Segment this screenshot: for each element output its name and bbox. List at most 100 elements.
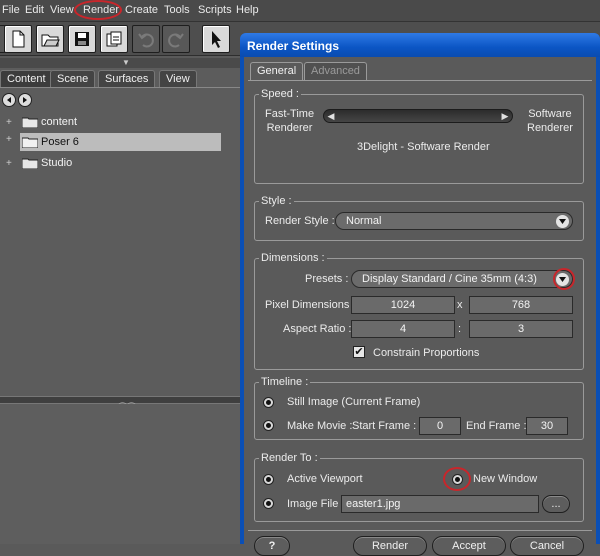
back-button[interactable] [2, 93, 16, 107]
annotation-circle-render-menu [74, 0, 122, 20]
image-file-field[interactable]: easter1.jpg [341, 495, 539, 513]
start-frame-field[interactable]: 0 [419, 417, 461, 435]
slider-left-arrow-icon[interactable]: ◀ [326, 111, 336, 121]
tree-item-poser-6[interactable]: Poser 6 [20, 133, 221, 151]
aspect-ratio-label: Aspect Ratio : [283, 323, 352, 335]
undo-button[interactable] [132, 25, 160, 53]
style-group-title: Style : [259, 195, 294, 207]
end-frame-field[interactable]: 30 [526, 417, 568, 435]
presets-select[interactable]: Display Standard / Cine 35mm (4:3) [351, 270, 573, 288]
redo-button[interactable] [162, 25, 190, 53]
collapse-arrow-icon[interactable]: ▼ [122, 58, 130, 67]
menu-create[interactable]: Create [125, 4, 158, 16]
new-button[interactable] [4, 25, 32, 53]
renderer-caption: 3Delight - Software Render [357, 141, 490, 153]
help-button[interactable]: ? [254, 536, 290, 556]
menu-file[interactable]: File [2, 4, 20, 16]
timeline-group-title: Timeline : [259, 376, 311, 388]
redo-icon [168, 33, 184, 48]
tab-underline [248, 80, 592, 81]
render-to-group-title: Render To : [259, 452, 320, 464]
slider-right-arrow-icon[interactable]: ▶ [500, 111, 510, 121]
still-image-radio[interactable] [263, 397, 274, 408]
tab-surfaces[interactable]: Surfaces [98, 70, 156, 87]
dialog-title: Render Settings [247, 39, 340, 53]
tree-item-content[interactable]: + content [6, 113, 176, 131]
dialog-body: General Advanced Speed : Fast-Time Rende… [244, 57, 596, 556]
speed-group-title: Speed : [259, 88, 301, 100]
pointer-button[interactable] [202, 25, 230, 53]
folder-icon [22, 158, 38, 169]
active-viewport-label: Active Viewport [287, 473, 363, 485]
render-style-value: Normal [346, 215, 382, 227]
accept-button[interactable]: Accept [432, 536, 506, 556]
save-icon [75, 32, 89, 46]
tree-item-label: content [41, 116, 78, 128]
tree-item-label: Poser 6 [41, 136, 79, 148]
make-movie-label: Make Movie : [287, 420, 353, 432]
render-speed-slider[interactable]: ◀ ▶ [323, 109, 513, 123]
menu-edit[interactable]: Edit [25, 4, 44, 16]
button-row-divider [248, 530, 592, 531]
pixel-height-field[interactable]: 768 [469, 296, 573, 314]
expand-icon[interactable]: + [6, 158, 16, 169]
expand-icon[interactable]: + [6, 134, 12, 145]
fast-time-renderer-label: Fast-Time Renderer [265, 108, 315, 134]
import-icon [106, 31, 122, 47]
tab-view[interactable]: View [159, 70, 197, 87]
presets-value: Display Standard / Cine 35mm (4:3) [362, 273, 537, 285]
menu-scripts[interactable]: Scripts [198, 4, 232, 16]
pointer-icon [212, 31, 221, 48]
style-group: Style : Render Style : Normal [254, 195, 584, 241]
undo-icon [138, 33, 154, 48]
tab-advanced[interactable]: Advanced [304, 62, 367, 80]
import-button[interactable] [100, 25, 128, 53]
expand-icon[interactable]: + [6, 117, 16, 128]
menu-view[interactable]: View [50, 4, 74, 16]
image-file-label: Image File : [287, 498, 345, 510]
pixel-width-field[interactable]: 1024 [351, 296, 455, 314]
cancel-button[interactable]: Cancel [510, 536, 584, 556]
make-movie-radio[interactable] [263, 420, 274, 431]
start-frame-label: Start Frame : [352, 420, 417, 432]
save-button[interactable] [68, 25, 96, 53]
annotation-circle-new-window [443, 467, 471, 491]
panel-splitter[interactable]: ︵︵ [0, 396, 250, 406]
speed-group: Speed : Fast-Time Renderer ◀ ▶ Software … [254, 88, 584, 184]
tree-item-label: Studio [41, 157, 73, 169]
forward-button[interactable] [18, 93, 32, 107]
aspect-height-field[interactable]: 3 [469, 320, 573, 338]
image-file-radio[interactable] [263, 498, 274, 509]
aspect-separator: : [458, 323, 462, 335]
render-settings-dialog: Render Settings General Advanced Speed :… [240, 33, 600, 556]
tree-item-studio[interactable]: + Studio [6, 154, 176, 172]
dimensions-group-title: Dimensions : [259, 252, 327, 264]
dimensions-group: Dimensions : Presets : Display Standard … [254, 252, 584, 370]
still-image-label: Still Image (Current Frame) [287, 396, 421, 408]
folder-open-icon [22, 137, 38, 148]
render-style-select[interactable]: Normal [335, 212, 573, 230]
aspect-width-field[interactable]: 4 [351, 320, 455, 338]
open-button[interactable] [36, 25, 64, 53]
back-arrow-icon [7, 97, 11, 103]
constrain-proportions-label: Constrain Proportions [373, 347, 480, 359]
new-window-label: New Window [473, 473, 538, 485]
dialog-title-bar[interactable]: Render Settings [240, 33, 600, 57]
tab-scene[interactable]: Scene [50, 70, 96, 87]
tab-divider [0, 87, 250, 88]
browse-button[interactable]: ... [542, 495, 570, 513]
software-renderer-label: Software Renderer [527, 108, 573, 134]
constrain-proportions-checkbox[interactable]: ✔ [353, 346, 365, 358]
presets-label: Presets : [305, 273, 349, 285]
tab-general[interactable]: General [250, 62, 304, 80]
active-viewport-radio[interactable] [263, 474, 274, 485]
tab-content[interactable]: Content [0, 70, 53, 87]
menu-tools[interactable]: Tools [164, 4, 190, 16]
menu-help[interactable]: Help [236, 4, 259, 16]
annotation-circle-presets-arrow [553, 268, 575, 290]
end-frame-label: End Frame : [466, 420, 527, 432]
render-button[interactable]: Render [353, 536, 427, 556]
panel-header-strip: ▼ [0, 58, 250, 68]
preview-pane [0, 404, 250, 544]
chevron-down-icon[interactable] [556, 215, 569, 228]
